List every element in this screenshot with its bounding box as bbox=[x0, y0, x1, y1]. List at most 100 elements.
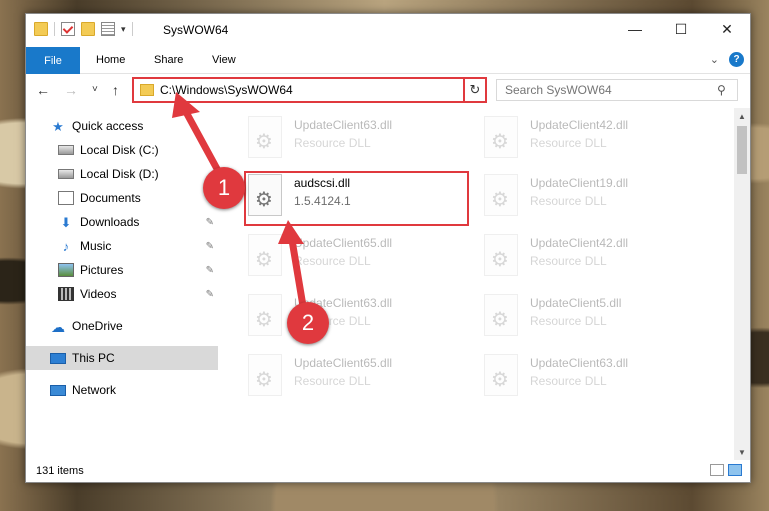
file-description: Resource DLL bbox=[530, 136, 607, 150]
file-item[interactable]: UpdateClient63.dllResource DLL bbox=[248, 294, 470, 346]
sidebar-item-label: Videos bbox=[80, 287, 117, 301]
close-button[interactable]: ✕ bbox=[704, 14, 750, 44]
sidebar-item-videos[interactable]: Videos ✎ bbox=[26, 282, 218, 306]
sidebar-item-onedrive[interactable]: ☁ OneDrive bbox=[26, 314, 218, 338]
maximize-button[interactable]: ☐ bbox=[658, 14, 704, 44]
sidebar-item-label: Local Disk (D:) bbox=[80, 167, 159, 181]
dll-file-icon bbox=[248, 354, 282, 396]
search-box[interactable]: ⚲ bbox=[496, 79, 738, 101]
sidebar-item-label: Music bbox=[80, 239, 112, 253]
large-icons-view-icon[interactable] bbox=[728, 464, 742, 476]
recent-locations-dropdown[interactable]: ˅ bbox=[92, 84, 98, 95]
properties-check-icon[interactable] bbox=[61, 22, 75, 36]
disk-icon bbox=[58, 145, 74, 155]
minimize-button[interactable]: — bbox=[612, 14, 658, 44]
scroll-down-arrow-icon[interactable]: ▼ bbox=[734, 444, 750, 460]
pin-icon[interactable]: ✎ bbox=[206, 289, 214, 300]
folder-icon bbox=[34, 22, 48, 36]
sidebar-item-music[interactable]: ♪ Music ✎ bbox=[26, 234, 218, 258]
sidebar-item-this-pc[interactable]: This PC bbox=[26, 346, 218, 370]
dll-file-icon bbox=[248, 116, 282, 158]
customize-toolbar-dropdown-icon[interactable]: ▾ bbox=[121, 24, 126, 35]
file-item[interactable]: UpdateClient63.dll Resource DLL bbox=[248, 116, 470, 168]
dll-file-icon bbox=[484, 234, 518, 276]
pin-icon[interactable]: ✎ bbox=[206, 241, 214, 252]
file-description: Resource DLL bbox=[294, 374, 371, 388]
file-item[interactable]: UpdateClient65.dll Resource DLL bbox=[248, 234, 470, 286]
star-icon: ★ bbox=[52, 119, 64, 134]
pictures-icon bbox=[58, 263, 74, 277]
tab-home[interactable]: Home bbox=[96, 54, 125, 66]
tab-share[interactable]: Share bbox=[154, 54, 183, 66]
scrollbar-thumb[interactable] bbox=[737, 126, 747, 174]
sidebar-item-local-disk-d[interactable]: Local Disk (D:) bbox=[26, 162, 218, 186]
search-input[interactable] bbox=[505, 83, 717, 97]
expand-ribbon-chevron-icon[interactable]: ⌄ bbox=[710, 53, 719, 66]
file-item[interactable]: UpdateClient42.dll Resource DLL bbox=[484, 234, 706, 286]
file-item[interactable]: UpdateClient19.dll Resource DLL bbox=[484, 174, 706, 226]
new-folder-icon[interactable] bbox=[81, 22, 95, 36]
highlight-box bbox=[244, 171, 469, 226]
window-title: SysWOW64 bbox=[163, 23, 229, 37]
pc-icon bbox=[50, 352, 66, 364]
videos-icon bbox=[58, 287, 74, 301]
folder-icon bbox=[140, 84, 154, 96]
file-name: UpdateClient5.dll bbox=[530, 296, 622, 310]
dll-file-icon bbox=[484, 294, 518, 336]
back-button[interactable]: ← bbox=[36, 82, 50, 98]
details-view-icon[interactable] bbox=[710, 464, 724, 476]
file-item[interactable]: UpdateClient42.dll Resource DLL bbox=[484, 116, 706, 168]
vertical-scrollbar[interactable]: ▲ ▼ bbox=[734, 108, 750, 460]
properties-icon[interactable] bbox=[101, 22, 115, 36]
file-name: UpdateClient19.dll bbox=[530, 176, 629, 190]
dll-file-icon bbox=[484, 116, 518, 158]
up-button[interactable]: ↑ bbox=[112, 82, 119, 98]
file-name: UpdateClient42.dll bbox=[530, 118, 629, 132]
address-path[interactable]: C:\Windows\SysWOW64 bbox=[160, 83, 470, 97]
quick-access-toolbar: ▾ bbox=[34, 22, 133, 36]
sidebar-item-label: Local Disk (C:) bbox=[80, 143, 159, 157]
file-item[interactable]: UpdateClient5.dll Resource DLL bbox=[484, 294, 706, 346]
toolbar-divider bbox=[54, 22, 55, 36]
tab-file[interactable]: File bbox=[26, 47, 80, 74]
sidebar-item-label: Documents bbox=[80, 191, 141, 205]
sidebar-item-documents[interactable]: Documents ✎ bbox=[26, 186, 218, 210]
dll-file-icon bbox=[248, 234, 282, 276]
sidebar-item-label: Quick access bbox=[72, 119, 144, 133]
file-description: Resource DLL bbox=[530, 194, 607, 208]
file-item[interactable]: UpdateClient63.dllResource DLL bbox=[484, 354, 706, 406]
pin-icon[interactable]: ✎ bbox=[206, 265, 214, 276]
search-icon[interactable]: ⚲ bbox=[717, 83, 737, 97]
toolbar-divider bbox=[131, 22, 133, 36]
file-name: UpdateClient63.dll bbox=[530, 356, 629, 370]
view-buttons bbox=[710, 464, 742, 476]
music-icon: ♪ bbox=[62, 239, 70, 254]
sidebar-item-pictures[interactable]: Pictures ✎ bbox=[26, 258, 218, 282]
file-description: Resource DLL bbox=[530, 314, 607, 328]
file-explorer-window: ▾ SysWOW64 — ☐ ✕ File Home Share View ⌄ … bbox=[25, 13, 751, 483]
sidebar-item-downloads[interactable]: ⬇ Downloads ✎ bbox=[26, 210, 218, 234]
address-bar[interactable]: C:\Windows\SysWOW64 ⌄ bbox=[132, 77, 486, 103]
help-icon[interactable]: ? bbox=[729, 52, 744, 67]
file-item[interactable]: UpdateClient65.dll Resource DLL bbox=[248, 354, 470, 406]
refresh-button[interactable]: ↻ bbox=[463, 77, 487, 103]
sidebar-item-quick-access[interactable]: ★ Quick access bbox=[26, 114, 218, 138]
forward-button[interactable]: → bbox=[64, 82, 78, 98]
ribbon-tabs: File Home Share View ⌄ ? bbox=[26, 47, 750, 74]
file-name: UpdateClient65.dll bbox=[294, 356, 393, 370]
network-icon bbox=[50, 384, 66, 396]
step-2-badge: 2 bbox=[287, 302, 329, 344]
sidebar-item-local-disk-c[interactable]: Local Disk (C:) bbox=[26, 138, 218, 162]
scroll-up-arrow-icon[interactable]: ▲ bbox=[734, 108, 750, 124]
file-description: Resource DLL bbox=[294, 136, 371, 150]
pin-icon[interactable]: ✎ bbox=[206, 217, 214, 228]
sidebar-item-network[interactable]: Network bbox=[26, 378, 218, 402]
sidebar-item-label: Network bbox=[72, 383, 117, 397]
file-list: UpdateClient63.dll Resource DLL UpdateCli… bbox=[222, 108, 734, 460]
tab-view[interactable]: View bbox=[212, 54, 236, 66]
item-count: 131 items bbox=[36, 465, 84, 477]
dll-file-icon bbox=[484, 174, 518, 216]
step-1-badge: 1 bbox=[203, 167, 245, 209]
file-name: UpdateClient42.dll bbox=[530, 236, 629, 250]
file-name: UpdateClient63.dll bbox=[294, 118, 393, 132]
